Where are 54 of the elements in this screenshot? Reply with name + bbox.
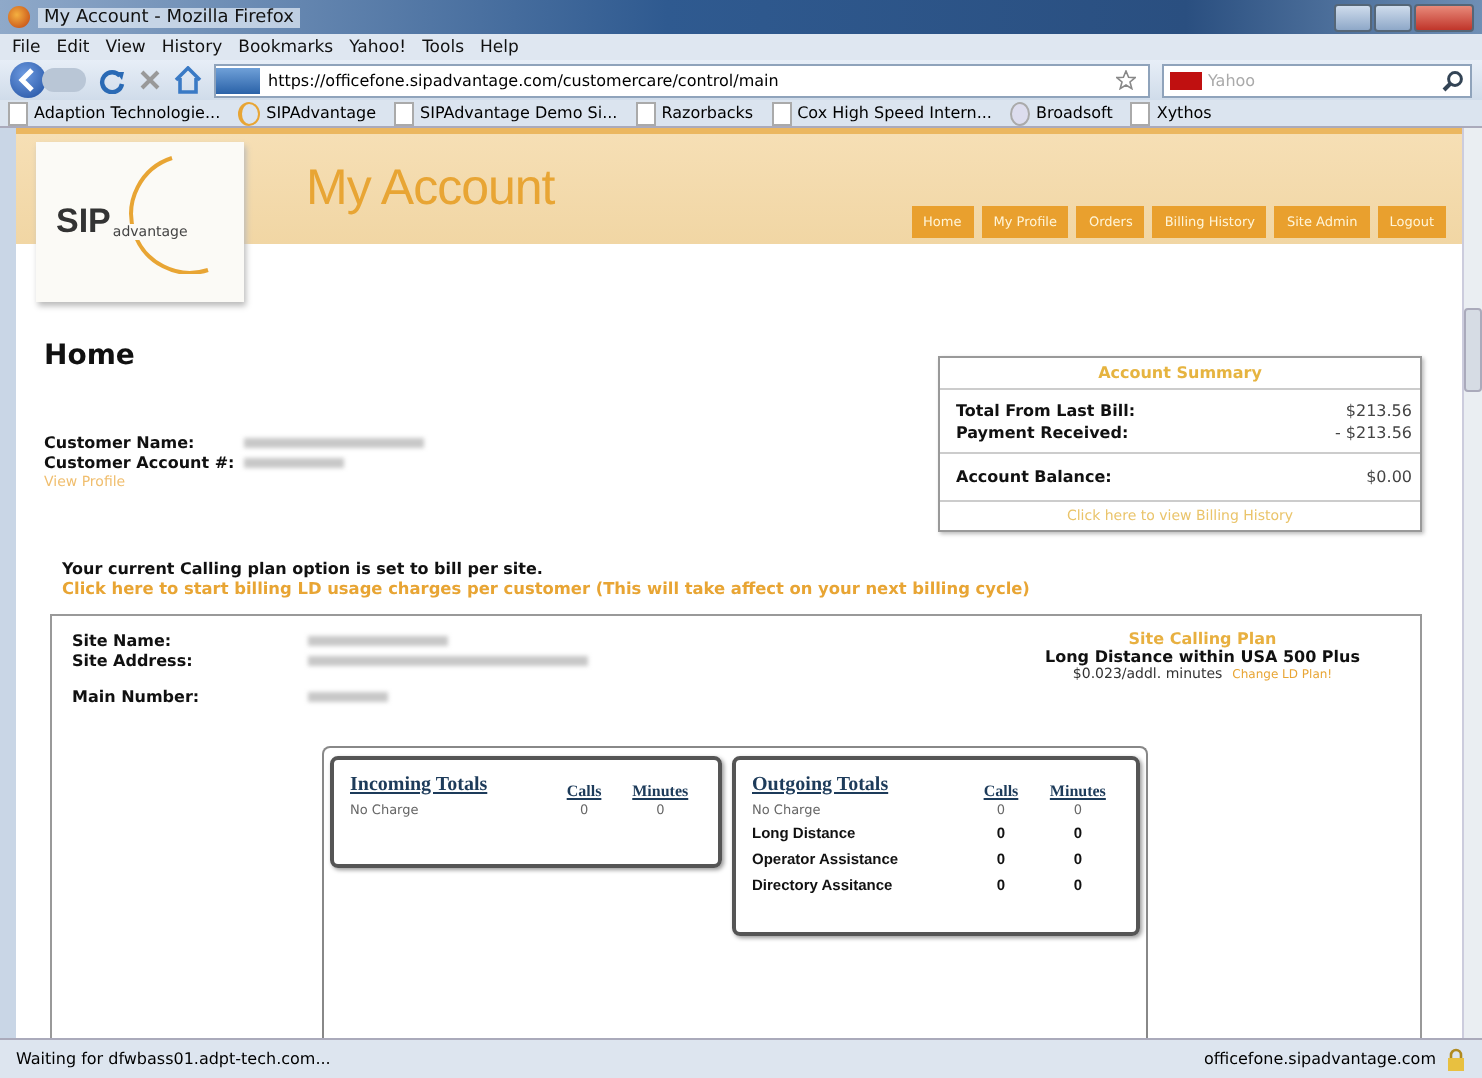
menu-item[interactable]: Tools bbox=[422, 37, 465, 57]
lock-icon bbox=[1446, 1047, 1466, 1071]
menu-item[interactable]: View bbox=[105, 37, 146, 57]
summary-value: $213.56 bbox=[1345, 402, 1412, 420]
menu-item[interactable]: Help bbox=[480, 37, 519, 57]
page-title: My Account bbox=[306, 160, 555, 218]
address-field[interactable]: https://officefone.sipadvantage.com/customercare/control/main bbox=[214, 63, 1150, 97]
summary-value: $0.00 bbox=[1366, 468, 1412, 486]
bookmark[interactable]: Adaption Technologie... bbox=[8, 101, 221, 125]
column-header: Calls bbox=[566, 782, 602, 800]
field-label: Customer Account #: bbox=[44, 453, 237, 471]
field-label: Site Name: bbox=[72, 631, 174, 649]
bookmark[interactable]: Broadsoft bbox=[1009, 101, 1113, 125]
plan-title: Site Calling Plan bbox=[1126, 630, 1279, 648]
bookmark[interactable]: SIPAdvantage Demo Si... bbox=[394, 101, 618, 125]
status-text: Waiting for dfwbass01.adpt-tech.com... bbox=[16, 1050, 331, 1068]
totals-title: Incoming Totals bbox=[350, 773, 488, 795]
star-icon[interactable] bbox=[1116, 70, 1136, 90]
menu-item[interactable]: File bbox=[12, 37, 41, 57]
bookmark[interactable]: Xythos bbox=[1130, 101, 1212, 125]
reload-icon[interactable] bbox=[98, 66, 126, 94]
panel-title: Account Summary bbox=[940, 358, 1420, 390]
notice-text: Your current Calling plan option is set to bill per site. bbox=[62, 560, 545, 578]
status-domain: officefone.sipadvantage.com bbox=[1203, 1050, 1436, 1068]
summary-label: Payment Received: bbox=[956, 424, 1129, 442]
menu-item[interactable]: History bbox=[161, 37, 223, 57]
firefox-icon bbox=[8, 6, 30, 28]
search-icon[interactable] bbox=[1442, 69, 1464, 91]
window-title: My Account - Mozilla Firefox bbox=[38, 7, 300, 27]
field-label: Customer Name: bbox=[44, 433, 197, 451]
menu-item[interactable]: Yahoo! bbox=[349, 37, 407, 57]
page-heading: Home bbox=[44, 340, 137, 372]
home-icon[interactable] bbox=[174, 66, 202, 94]
minimize-button[interactable] bbox=[1334, 3, 1372, 31]
field-label: Site Address: bbox=[72, 651, 195, 669]
field-label: Main Number: bbox=[72, 687, 202, 705]
totals-title: Outgoing Totals bbox=[752, 773, 889, 795]
stop-icon[interactable] bbox=[138, 68, 162, 92]
bookmark[interactable]: Razorbacks bbox=[635, 101, 754, 125]
search-box[interactable]: Yahoo bbox=[1162, 63, 1472, 97]
menu-item[interactable]: Bookmarks bbox=[238, 37, 334, 57]
column-header: Minutes bbox=[1049, 782, 1106, 800]
close-button[interactable] bbox=[1414, 3, 1474, 31]
summary-value: - $213.56 bbox=[1334, 424, 1412, 442]
summary-label: Total From Last Bill: bbox=[956, 402, 1136, 420]
back-button[interactable] bbox=[10, 62, 46, 98]
plan-name: Long Distance within USA 500 Plus bbox=[1045, 648, 1360, 666]
column-header: Calls bbox=[983, 782, 1019, 800]
bookmark[interactable]: Cox High Speed Intern... bbox=[771, 101, 992, 125]
menu-item[interactable]: Edit bbox=[56, 37, 90, 57]
scrollbar[interactable] bbox=[1462, 128, 1482, 1038]
summary-label: Account Balance: bbox=[956, 468, 1112, 486]
maximize-button[interactable] bbox=[1374, 3, 1412, 31]
column-header: Minutes bbox=[632, 782, 689, 800]
